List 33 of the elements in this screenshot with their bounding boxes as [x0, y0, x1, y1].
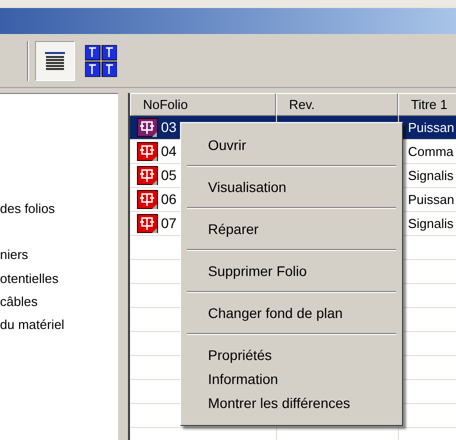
menu-item[interactable]: Information: [187, 367, 396, 391]
column-header[interactable]: Rev.: [276, 93, 398, 116]
tree-item[interactable]: des folios: [0, 199, 55, 218]
table-cell-text: 03: [161, 118, 177, 137]
tree-item[interactable]: otentielles: [0, 269, 59, 288]
table-cell-text: 05: [161, 166, 177, 185]
menu-item[interactable]: Visualisation: [187, 175, 396, 199]
tree-item[interactable]: câbles: [0, 292, 38, 312]
menu-item[interactable]: Supprimer Folio: [187, 259, 396, 283]
table-cell-text: 04: [161, 142, 177, 161]
folio-icon: [137, 214, 159, 234]
table-cell-text: Signalis: [408, 166, 454, 185]
table-cell-text: 07: [161, 214, 177, 233]
list-icon: [45, 52, 65, 70]
table-cell-text: Signalis: [408, 214, 454, 233]
view-button[interactable]: [35, 40, 75, 80]
column-header[interactable]: NoFolio: [130, 93, 276, 116]
table-cell-text: 06: [161, 190, 177, 209]
folio-icon: [137, 118, 159, 138]
grid-icon: [85, 44, 117, 76]
table-cell-text: Puissan: [408, 118, 454, 137]
folio-icon: [137, 142, 159, 162]
tree-item[interactable]: niers: [0, 245, 28, 264]
menu-item[interactable]: Changer fond de plan: [187, 301, 396, 325]
folio-icon: [137, 190, 159, 210]
tree-item[interactable]: du matériel: [0, 315, 64, 334]
menu-item[interactable]: Réparer: [187, 217, 396, 241]
menu-item[interactable]: Propriétés: [187, 343, 396, 367]
table-cell-text: Comma: [408, 142, 454, 161]
table-cell-text: Puissan: [408, 190, 454, 209]
menu-item[interactable]: Ouvrir: [187, 133, 396, 157]
folio-icon: [137, 166, 159, 186]
menu-item[interactable]: Montrer les différences: [187, 391, 396, 415]
